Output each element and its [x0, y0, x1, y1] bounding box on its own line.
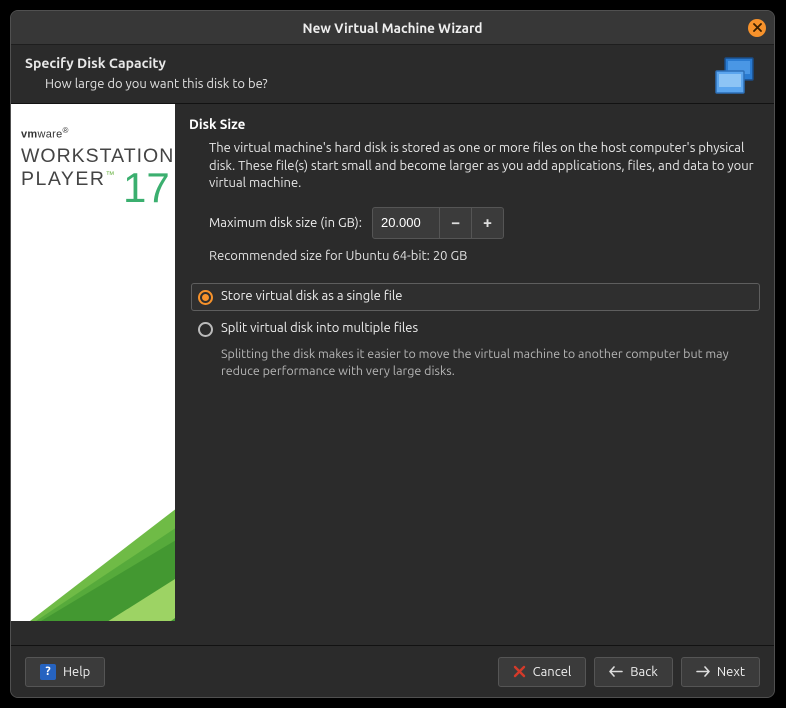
minus-icon: −: [451, 214, 460, 232]
radio-split-files[interactable]: Split virtual disk into multiple files: [191, 315, 760, 343]
radio-split-description: Splitting the disk makes it easier to mo…: [221, 346, 750, 380]
wizard-header: Specify Disk Capacity How large do you w…: [11, 45, 774, 104]
arrow-right-icon: [696, 666, 710, 677]
header-title: Specify Disk Capacity: [25, 55, 760, 71]
close-button[interactable]: [748, 19, 766, 37]
disk-description: The virtual machine's hard disk is store…: [209, 140, 760, 193]
arrow-left-icon: [609, 666, 623, 677]
brand-vmware: vmware®: [21, 126, 174, 141]
recommended-size: Recommended size for Ubuntu 64-bit: 20 G…: [209, 249, 760, 263]
max-size-input[interactable]: [373, 208, 439, 238]
plus-icon: +: [483, 214, 492, 232]
max-size-label: Maximum disk size (in GB):: [209, 216, 362, 230]
cancel-label: Cancel: [533, 665, 572, 679]
brand-version: 17: [123, 164, 170, 212]
section-title: Disk Size: [189, 116, 760, 132]
max-size-row: Maximum disk size (in GB): − +: [209, 207, 760, 239]
radio-single-file[interactable]: Store virtual disk as a single file: [191, 283, 760, 311]
help-label: Help: [63, 665, 90, 679]
titlebar: New Virtual Machine Wizard: [11, 11, 774, 45]
wizard-body: vmware® WORKSTATION PLAYER™ 17 Disk Size…: [11, 104, 774, 645]
cancel-button[interactable]: Cancel: [498, 657, 587, 687]
next-label: Next: [717, 665, 745, 679]
radio-icon: [198, 322, 213, 337]
increment-button[interactable]: +: [471, 207, 503, 239]
help-icon: ?: [40, 664, 56, 680]
close-icon: [753, 23, 762, 32]
radio-split-label: Split virtual disk into multiple files: [221, 321, 418, 335]
help-button[interactable]: ? Help: [25, 657, 105, 687]
next-button[interactable]: Next: [681, 657, 760, 687]
back-label: Back: [630, 665, 658, 679]
max-size-spinner: − +: [372, 207, 504, 239]
radio-single-label: Store virtual disk as a single file: [221, 289, 402, 303]
back-button[interactable]: Back: [594, 657, 673, 687]
wizard-window: New Virtual Machine Wizard Specify Disk …: [10, 10, 775, 698]
disk-mode-radio-group: Store virtual disk as a single file Spli…: [191, 283, 760, 380]
radio-icon: [198, 290, 213, 305]
cancel-icon: [513, 665, 526, 678]
banner-swoosh-graphic: [11, 421, 175, 621]
header-subtitle: How large do you want this disk to be?: [45, 77, 760, 91]
window-title: New Virtual Machine Wizard: [303, 20, 483, 36]
screens-icon: [712, 55, 756, 99]
content-area: Disk Size The virtual machine's hard dis…: [175, 104, 774, 645]
side-banner: vmware® WORKSTATION PLAYER™ 17: [11, 104, 175, 621]
button-bar: ? Help Cancel Back Next: [11, 645, 774, 697]
decrement-button[interactable]: −: [439, 207, 471, 239]
